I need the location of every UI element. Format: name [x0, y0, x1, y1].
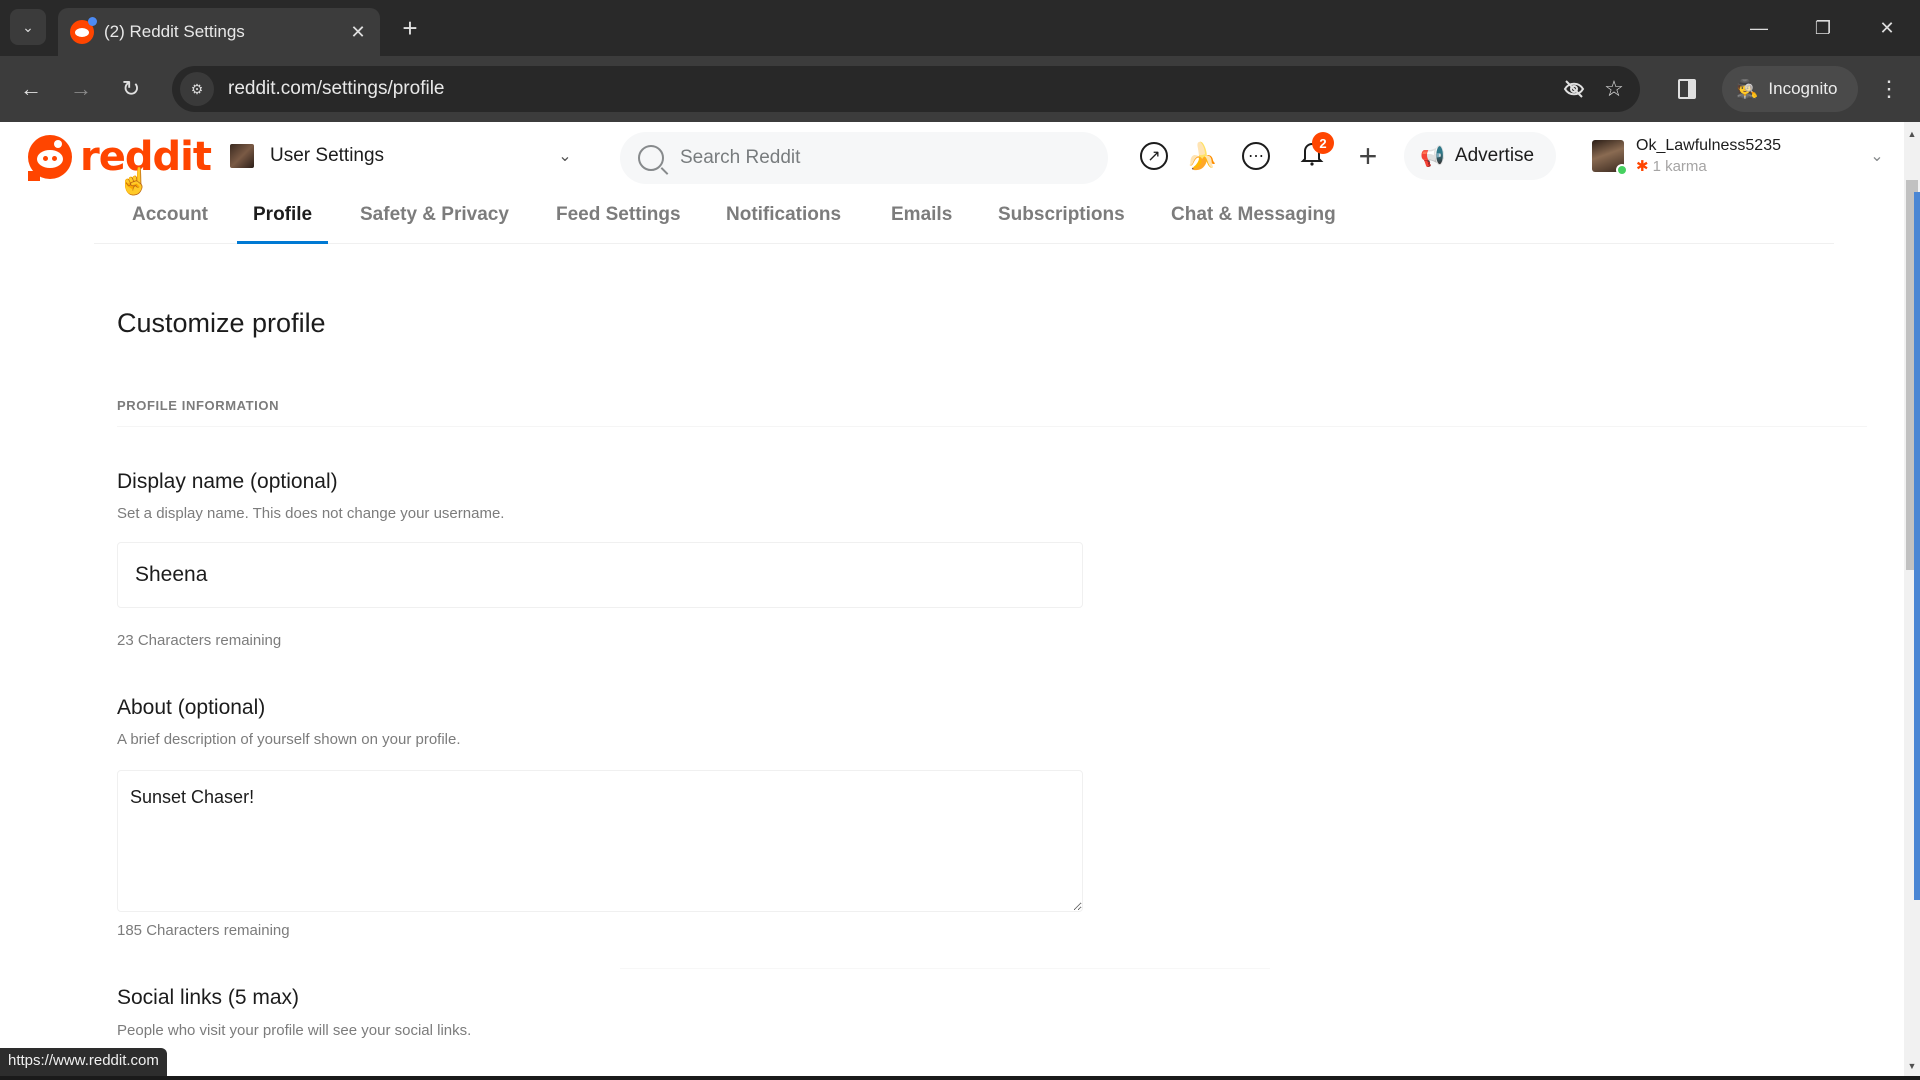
user-menu[interactable]: Ok_Lawfulness5235 ✱ 1 karma ⌄: [1592, 130, 1892, 182]
banana-icon: 🍌: [1185, 140, 1219, 171]
section-divider: [117, 426, 1867, 427]
community-select-label: User Settings: [270, 145, 385, 166]
scroll-up-arrow-icon[interactable]: ▲: [1904, 126, 1920, 142]
chevron-down-icon: ⌄: [558, 148, 572, 165]
tune-icon[interactable]: ⚙: [180, 72, 214, 106]
tab-feed-settings[interactable]: Feed Settings: [540, 190, 697, 244]
side-panel-button[interactable]: [1670, 72, 1704, 106]
tab-safety-privacy[interactable]: Safety & Privacy: [344, 190, 525, 244]
chat-bubble-icon: ⋯: [1242, 142, 1270, 170]
user-settings-thumbnail: [230, 144, 254, 168]
about-textarea[interactable]: Sunset Chaser!: [117, 770, 1083, 912]
window-bottom-edge: [0, 1076, 1920, 1080]
tab-account[interactable]: Account: [116, 190, 224, 244]
reddit-page: reddit User Settings ⌄ ↗ 🍌 ⋯ 2 +: [0, 122, 1904, 1080]
incognito-indicator[interactable]: 🕵 Incognito: [1722, 66, 1858, 112]
tab-profile[interactable]: Profile: [237, 190, 329, 244]
chevron-down-icon: ⌄: [22, 18, 34, 35]
community-select-dropdown[interactable]: User Settings ⌄: [230, 136, 580, 176]
search-icon: [638, 145, 664, 171]
online-status-dot: [1616, 164, 1628, 176]
settings-tab-bar: Account Profile Safety & Privacy Feed Se…: [94, 190, 1834, 244]
display-name-chars-remaining: 23 Characters remaining: [117, 632, 282, 649]
display-name-input[interactable]: [117, 542, 1083, 608]
tab-title: (2) Reddit Settings: [104, 22, 245, 41]
plus-icon: +: [1358, 137, 1378, 174]
social-links-title: Social links (5 max): [117, 986, 300, 1009]
side-panel-icon: [1678, 79, 1696, 99]
restore-button[interactable]: ❐: [1800, 10, 1846, 46]
back-button[interactable]: ←: [14, 72, 48, 106]
social-links-description: People who visit your profile will see y…: [117, 1022, 472, 1039]
karma-icon: ✱: [1636, 158, 1649, 175]
reload-button[interactable]: ↻: [114, 72, 148, 106]
search-bar[interactable]: [620, 132, 1108, 184]
reddit-favicon-icon: [70, 17, 97, 44]
reddit-header: reddit User Settings ⌄ ↗ 🍌 ⋯ 2 +: [0, 122, 1904, 190]
tab-emails[interactable]: Emails: [875, 190, 968, 244]
incognito-icon: 🕵: [1736, 78, 1759, 99]
tab-chat-messaging[interactable]: Chat & Messaging: [1155, 190, 1352, 244]
megaphone-icon: 📢: [1420, 145, 1445, 168]
advertise-label: Advertise: [1454, 145, 1535, 166]
snoo-icon: [28, 135, 72, 181]
search-input[interactable]: [680, 147, 1060, 169]
close-icon[interactable]: ✕: [344, 18, 372, 46]
about-chars-remaining: 185 Characters remaining: [117, 922, 290, 939]
advertise-button[interactable]: 📢 Advertise: [1404, 132, 1556, 180]
scroll-position-indicator: [1914, 192, 1920, 900]
section-label-profile-information: PROFILE INFORMATION: [117, 398, 280, 413]
url-text[interactable]: reddit.com/settings/profile: [228, 78, 1554, 100]
about-description: A brief description of yourself shown on…: [117, 731, 461, 748]
notifications-button[interactable]: 2: [1292, 132, 1334, 176]
divider: [620, 968, 1270, 969]
notification-count-badge: 2: [1312, 132, 1334, 154]
chat-button[interactable]: ⋯: [1236, 136, 1276, 176]
hand-cursor-icon: ☝: [118, 166, 151, 196]
page-title: Customize profile: [117, 308, 326, 338]
address-bar[interactable]: ⚙ reddit.com/settings/profile ☆: [172, 66, 1640, 112]
karma-count: 1 karma: [1652, 158, 1707, 175]
page-scrollbar[interactable]: ▲ ▼: [1904, 122, 1920, 1080]
link-status-bubble: https://www.reddit.com: [0, 1048, 167, 1076]
username: Ok_Lawfulness5235: [1636, 137, 1781, 154]
tab-notifications[interactable]: Notifications: [710, 190, 857, 244]
popular-button[interactable]: ↗: [1134, 136, 1174, 176]
incognito-label: Incognito: [1768, 79, 1838, 98]
new-tab-button[interactable]: +: [394, 12, 426, 44]
create-post-button[interactable]: +: [1348, 136, 1388, 176]
minimize-button[interactable]: —: [1736, 10, 1782, 46]
premium-button[interactable]: 🍌: [1182, 136, 1222, 176]
display-name-title: Display name (optional): [117, 470, 338, 493]
arrow-up-right-icon: ↗: [1140, 142, 1168, 170]
window-close-button[interactable]: ✕: [1864, 10, 1910, 46]
chevron-down-icon: ⌄: [1870, 148, 1884, 165]
forward-button[interactable]: →: [64, 72, 98, 106]
tab-search-button[interactable]: ⌄: [10, 9, 46, 45]
browser-menu-button[interactable]: ⋮: [1872, 72, 1906, 106]
browser-toolbar: ← → ↻ ⚙ reddit.com/settings/profile ☆ 🕵 …: [0, 56, 1920, 122]
about-title: About (optional): [117, 696, 266, 719]
display-name-description: Set a display name. This does not change…: [117, 505, 505, 522]
avatar: [1592, 140, 1628, 176]
browser-tab[interactable]: (2) Reddit Settings ✕: [58, 8, 380, 56]
eye-off-icon[interactable]: [1554, 69, 1594, 109]
tab-subscriptions[interactable]: Subscriptions: [982, 190, 1141, 244]
scroll-down-arrow-icon[interactable]: ▼: [1904, 1058, 1920, 1074]
browser-tab-bar: ⌄ (2) Reddit Settings ✕ + — ❐ ✕: [0, 0, 1920, 56]
bookmark-star-icon[interactable]: ☆: [1594, 69, 1634, 109]
